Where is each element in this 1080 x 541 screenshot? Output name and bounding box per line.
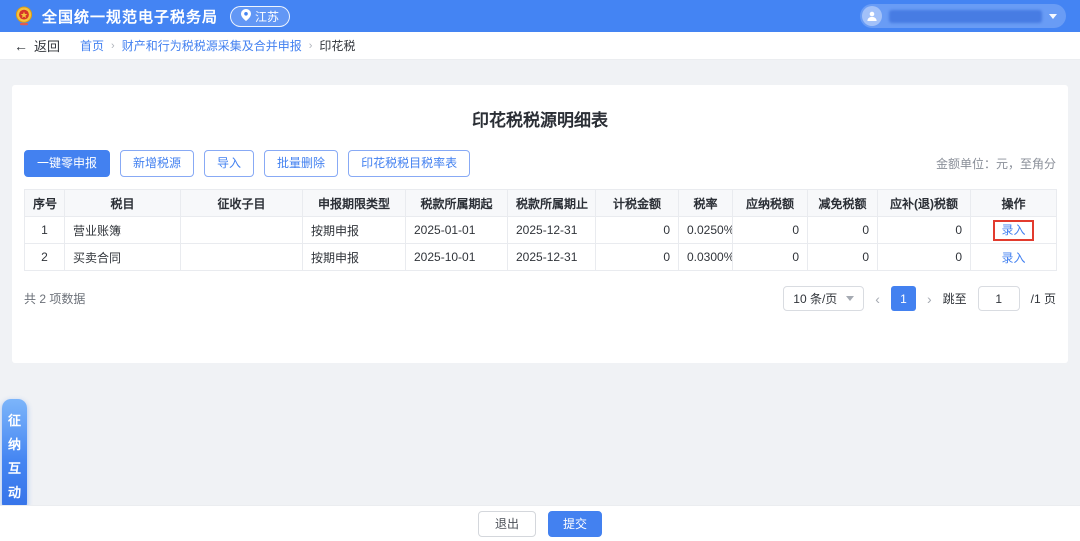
jump-page-input[interactable] — [978, 286, 1020, 311]
app-title: 全国统一规范电子税务局 — [42, 6, 218, 27]
exit-button[interactable]: 退出 — [478, 511, 536, 537]
table-header-row: 序号 税目 征收子目 申报期限类型 税款所属期起 税款所属期止 计税金额 税率 … — [25, 190, 1057, 217]
batch-delete-button[interactable]: 批量删除 — [264, 150, 338, 177]
chevron-down-icon — [1049, 14, 1057, 19]
cell-sub-item — [181, 217, 303, 244]
side-tab-char: 互 — [8, 458, 21, 477]
cell-taxable-amount: 0 — [596, 217, 679, 244]
cell-tax-payable: 0 — [733, 244, 808, 271]
table-footer: 共 2 项数据 10 条/页 ‹ 1 › 跳至 /1 页 — [24, 286, 1056, 311]
page-title: 印花税税源明细表 — [24, 85, 1056, 131]
cell-due-refund: 0 — [878, 244, 971, 271]
col-period-type: 申报期限类型 — [303, 190, 406, 217]
username-redacted — [889, 10, 1042, 23]
side-tab-char: 征 — [8, 410, 21, 429]
breadcrumb: 首页 › 财产和行为税税源采集及合并申报 › 印花税 — [80, 37, 355, 54]
col-seq: 序号 — [25, 190, 65, 217]
table-row-2: 2 买卖合同 按期申报 2025-10-01 2025-12-31 0 0.03… — [25, 244, 1057, 271]
chevron-down-icon — [846, 296, 854, 301]
cell-due-refund: 0 — [878, 217, 971, 244]
region-badge-label: 江苏 — [255, 8, 279, 25]
enter-link-row-2[interactable]: 录入 — [1001, 251, 1025, 265]
app-header: 全国统一规范电子税务局 江苏 — [0, 0, 1080, 32]
header-brand: 全国统一规范电子税务局 江苏 — [14, 6, 290, 27]
total-pages-label: /1 页 — [1031, 290, 1056, 307]
col-tax-payable: 应纳税额 — [733, 190, 808, 217]
col-period-end: 税款所属期止 — [508, 190, 596, 217]
data-count-summary: 共 2 项数据 — [24, 290, 85, 307]
cell-tax-item: 营业账簿 — [65, 217, 181, 244]
col-action: 操作 — [971, 190, 1057, 217]
side-tab-char: 纳 — [8, 434, 21, 453]
cell-period-end: 2025-12-31 — [508, 244, 596, 271]
cell-reduction: 0 — [808, 217, 878, 244]
next-page-icon[interactable]: › — [927, 292, 932, 306]
back-button[interactable]: ← 返回 — [14, 36, 60, 55]
tax-interaction-side-tab[interactable]: 征 纳 互 动 — [2, 399, 27, 512]
cell-action: 录入 — [971, 244, 1057, 271]
pagination: 10 条/页 ‹ 1 › 跳至 /1 页 — [783, 286, 1056, 311]
toolbar: 一键零申报 新增税源 导入 批量删除 印花税税目税率表 金额单位：元，至角分 — [24, 150, 1056, 177]
col-tax-item: 税目 — [65, 190, 181, 217]
col-tax-rate: 税率 — [679, 190, 733, 217]
cell-period-type: 按期申报 — [303, 244, 406, 271]
cell-period-start: 2025-10-01 — [406, 244, 508, 271]
prev-page-icon[interactable]: ‹ — [875, 292, 880, 306]
col-reduction: 减免税额 — [808, 190, 878, 217]
tax-source-table: 序号 税目 征收子目 申报期限类型 税款所属期起 税款所属期止 计税金额 税率 … — [24, 189, 1057, 271]
col-taxable-amount: 计税金额 — [596, 190, 679, 217]
enter-link-row-1[interactable]: 录入 — [1001, 223, 1025, 237]
breadcrumb-bar: ← 返回 首页 › 财产和行为税税源采集及合并申报 › 印花税 — [0, 32, 1080, 60]
cell-period-type: 按期申报 — [303, 217, 406, 244]
add-tax-source-button[interactable]: 新增税源 — [120, 150, 194, 177]
table-row-1: 1 营业账簿 按期申报 2025-01-01 2025-12-31 0 0.02… — [25, 217, 1057, 244]
current-page-button[interactable]: 1 — [891, 286, 916, 311]
tax-bureau-emblem-icon — [14, 6, 34, 26]
breadcrumb-current: 印花税 — [319, 37, 355, 54]
cell-period-start: 2025-01-01 — [406, 217, 508, 244]
breadcrumb-category[interactable]: 财产和行为税税源采集及合并申报 — [122, 37, 302, 54]
page-size-select[interactable]: 10 条/页 — [783, 286, 864, 311]
action-highlight-box: 录入 — [993, 220, 1033, 241]
stamp-duty-card: 印花税税源明细表 一键零申报 新增税源 导入 批量删除 印花税税目税率表 金额单… — [12, 85, 1068, 363]
breadcrumb-separator-icon: › — [309, 40, 313, 52]
col-period-start: 税款所属期起 — [406, 190, 508, 217]
cell-reduction: 0 — [808, 244, 878, 271]
submit-button[interactable]: 提交 — [548, 511, 602, 537]
import-button[interactable]: 导入 — [204, 150, 254, 177]
cell-action: 录入 — [971, 217, 1057, 244]
col-due-refund: 应补(退)税额 — [878, 190, 971, 217]
cell-tax-payable: 0 — [733, 217, 808, 244]
side-tab-char: 动 — [8, 482, 21, 501]
cell-period-end: 2025-12-31 — [508, 217, 596, 244]
jump-to-label: 跳至 — [943, 290, 967, 307]
region-badge: 江苏 — [230, 6, 290, 27]
back-label: 返回 — [34, 36, 60, 55]
rate-table-button[interactable]: 印花税税目税率表 — [348, 150, 470, 177]
avatar-icon — [862, 6, 882, 26]
cell-seq: 2 — [25, 244, 65, 271]
amount-unit-note: 金额单位：元，至角分 — [936, 155, 1056, 172]
cell-sub-item — [181, 244, 303, 271]
bottom-action-bar: 退出 提交 — [0, 505, 1080, 541]
breadcrumb-home[interactable]: 首页 — [80, 37, 104, 54]
cell-taxable-amount: 0 — [596, 244, 679, 271]
cell-tax-rate: 0.0300% — [679, 244, 733, 271]
cell-seq: 1 — [25, 217, 65, 244]
page-size-value: 10 条/页 — [793, 290, 837, 307]
breadcrumb-separator-icon: › — [111, 40, 115, 52]
one-click-zero-declare-button[interactable]: 一键零申报 — [24, 150, 110, 177]
col-sub-item: 征收子目 — [181, 190, 303, 217]
cell-tax-item: 买卖合同 — [65, 244, 181, 271]
cell-tax-rate: 0.0250% — [679, 217, 733, 244]
back-arrow-icon: ← — [14, 39, 28, 53]
user-account-pill[interactable] — [860, 4, 1066, 28]
location-pin-icon — [241, 9, 251, 24]
